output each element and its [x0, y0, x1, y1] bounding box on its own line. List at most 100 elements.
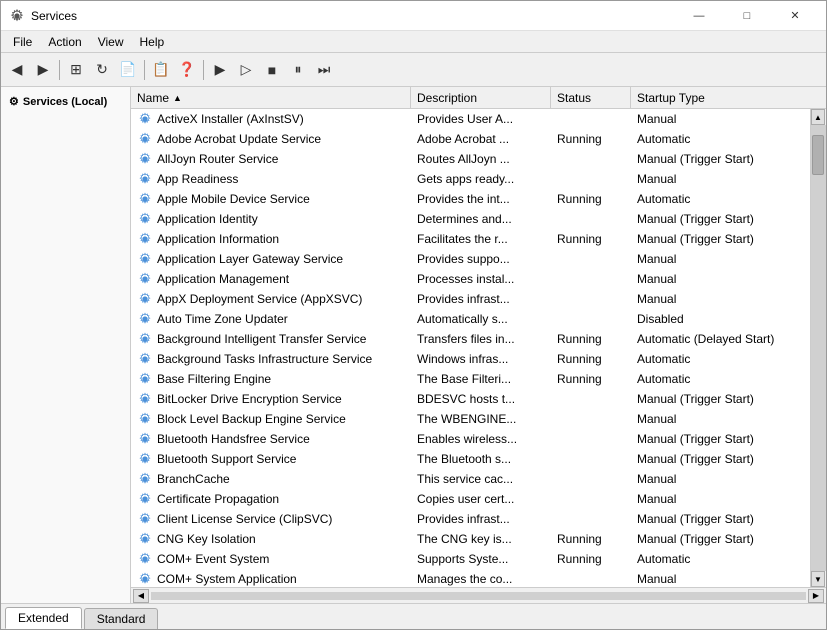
service-icon [137, 171, 153, 187]
col-header-name[interactable]: Name ▲ [131, 87, 411, 108]
minimize-button[interactable]: — [676, 2, 722, 30]
service-icon [137, 431, 153, 447]
table-row[interactable]: Bluetooth Handsfree ServiceEnables wirel… [131, 429, 810, 449]
table-row[interactable]: Base Filtering EngineThe Base Filteri...… [131, 369, 810, 389]
table-row[interactable]: Application IdentityDetermines and...Man… [131, 209, 810, 229]
service-icon [137, 471, 153, 487]
table-row[interactable]: Adobe Acrobat Update ServiceAdobe Acroba… [131, 129, 810, 149]
stop-service-button[interactable]: ■ [260, 58, 284, 82]
service-startup-type: Manual [631, 251, 810, 267]
service-status [551, 278, 631, 280]
refresh-button[interactable]: ↻ [90, 58, 114, 82]
service-name: BranchCache [157, 472, 230, 486]
service-description: Supports Syste... [411, 551, 551, 567]
tab-standard[interactable]: Standard [84, 608, 159, 629]
table-header: Name ▲ Description Status Startup Type [131, 87, 826, 109]
service-name: Background Intelligent Transfer Service [157, 332, 366, 346]
service-startup-type: Manual [631, 111, 810, 127]
table-row[interactable]: COM+ Event SystemSupports Syste...Runnin… [131, 549, 810, 569]
table-row[interactable]: BranchCacheThis service cac...Manual [131, 469, 810, 489]
service-description: Adobe Acrobat ... [411, 131, 551, 147]
service-icon [137, 211, 153, 227]
service-status [551, 118, 631, 120]
service-startup-type: Manual [631, 491, 810, 507]
separator-2 [144, 60, 145, 80]
table-row[interactable]: Auto Time Zone UpdaterAutomatically s...… [131, 309, 810, 329]
table-row[interactable]: Block Level Backup Engine ServiceThe WBE… [131, 409, 810, 429]
scroll-left-button[interactable]: ◀ [133, 589, 149, 603]
scroll-right-button[interactable]: ▶ [808, 589, 824, 603]
table-row[interactable]: Application Layer Gateway ServiceProvide… [131, 249, 810, 269]
table-row[interactable]: AppX Deployment Service (AppXSVC)Provide… [131, 289, 810, 309]
menu-help[interactable]: Help [132, 33, 173, 51]
vertical-scrollbar[interactable]: ▲ ▼ [810, 109, 826, 587]
start-service-button[interactable]: ▶ [208, 58, 232, 82]
left-panel-label: Services (Local) [23, 96, 107, 108]
left-panel-header: ⚙ Services (Local) [5, 91, 126, 112]
service-description: Provides suppo... [411, 251, 551, 267]
service-description: Determines and... [411, 211, 551, 227]
service-name: COM+ System Application [157, 572, 297, 586]
separator-3 [203, 60, 204, 80]
scroll-thumb[interactable] [812, 135, 824, 175]
pause-service-button[interactable]: ⏸ [286, 58, 310, 82]
service-description: This service cac... [411, 471, 551, 487]
horizontal-scrollbar[interactable]: ◀ ▶ [131, 587, 826, 603]
service-status [551, 418, 631, 420]
service-startup-type: Automatic [631, 131, 810, 147]
table-row[interactable]: Application Management Processes instal..… [131, 269, 810, 289]
forward-button[interactable]: ▶ [31, 58, 55, 82]
scroll-down-button[interactable]: ▼ [811, 571, 825, 587]
col-header-startup[interactable]: Startup Type [631, 87, 826, 108]
restart-service-button[interactable]: ⏭ [312, 58, 336, 82]
table-row[interactable]: App ReadinessGets apps ready...Manual [131, 169, 810, 189]
back-button[interactable]: ◀ [5, 58, 29, 82]
service-startup-type: Manual (Trigger Start) [631, 511, 810, 527]
menu-action[interactable]: Action [40, 33, 89, 51]
table-row[interactable]: AllJoyn Router ServiceRoutes AllJoyn ...… [131, 149, 810, 169]
service-status [551, 298, 631, 300]
table-row[interactable]: Application InformationFacilitates the r… [131, 229, 810, 249]
service-startup-type: Disabled [631, 311, 810, 327]
service-description: Manages the co... [411, 571, 551, 587]
service-icon [137, 531, 153, 547]
window-title: Services [31, 9, 676, 23]
service-name: App Readiness [157, 172, 238, 186]
service-status: Running [551, 351, 631, 367]
tab-extended[interactable]: Extended [5, 607, 82, 629]
service-status [551, 398, 631, 400]
close-button[interactable]: ✕ [772, 2, 818, 30]
service-description: Processes instal... [411, 271, 551, 287]
col-header-description[interactable]: Description [411, 87, 551, 108]
service-status [551, 258, 631, 260]
table-row[interactable]: Certificate PropagationCopies user cert.… [131, 489, 810, 509]
table-row[interactable]: ActiveX Installer (AxInstSV)Provides Use… [131, 109, 810, 129]
start-service2-button[interactable]: ▷ [234, 58, 258, 82]
scroll-track[interactable] [811, 125, 826, 571]
service-name: Application Management [157, 272, 289, 286]
service-startup-type: Manual (Trigger Start) [631, 151, 810, 167]
table-row[interactable]: BitLocker Drive Encryption ServiceBDESVC… [131, 389, 810, 409]
service-status: Running [551, 131, 631, 147]
table-row[interactable]: Apple Mobile Device ServiceProvides the … [131, 189, 810, 209]
table-row[interactable]: Bluetooth Support ServiceThe Bluetooth s… [131, 449, 810, 469]
export-button[interactable]: 📄 [116, 58, 140, 82]
service-status [551, 218, 631, 220]
menu-view[interactable]: View [90, 33, 132, 51]
table-row[interactable]: Background Tasks Infrastructure ServiceW… [131, 349, 810, 369]
table-row[interactable]: COM+ System Application Manages the co...… [131, 569, 810, 587]
h-scroll-track[interactable] [151, 592, 806, 600]
table-row[interactable]: Client License Service (ClipSVC)Provides… [131, 509, 810, 529]
service-icon [137, 391, 153, 407]
service-startup-type: Automatic [631, 351, 810, 367]
right-panel: Name ▲ Description Status Startup Type [131, 87, 826, 603]
table-row[interactable]: Background Intelligent Transfer ServiceT… [131, 329, 810, 349]
table-row[interactable]: CNG Key IsolationThe CNG key is...Runnin… [131, 529, 810, 549]
col-header-status[interactable]: Status [551, 87, 631, 108]
help-icon-button[interactable]: ❓ [175, 58, 199, 82]
scroll-up-button[interactable]: ▲ [811, 109, 825, 125]
show-hide-button[interactable]: ⊞ [64, 58, 88, 82]
maximize-button[interactable]: □ [724, 2, 770, 30]
menu-file[interactable]: File [5, 33, 40, 51]
properties-button[interactable]: 📋 [149, 58, 173, 82]
